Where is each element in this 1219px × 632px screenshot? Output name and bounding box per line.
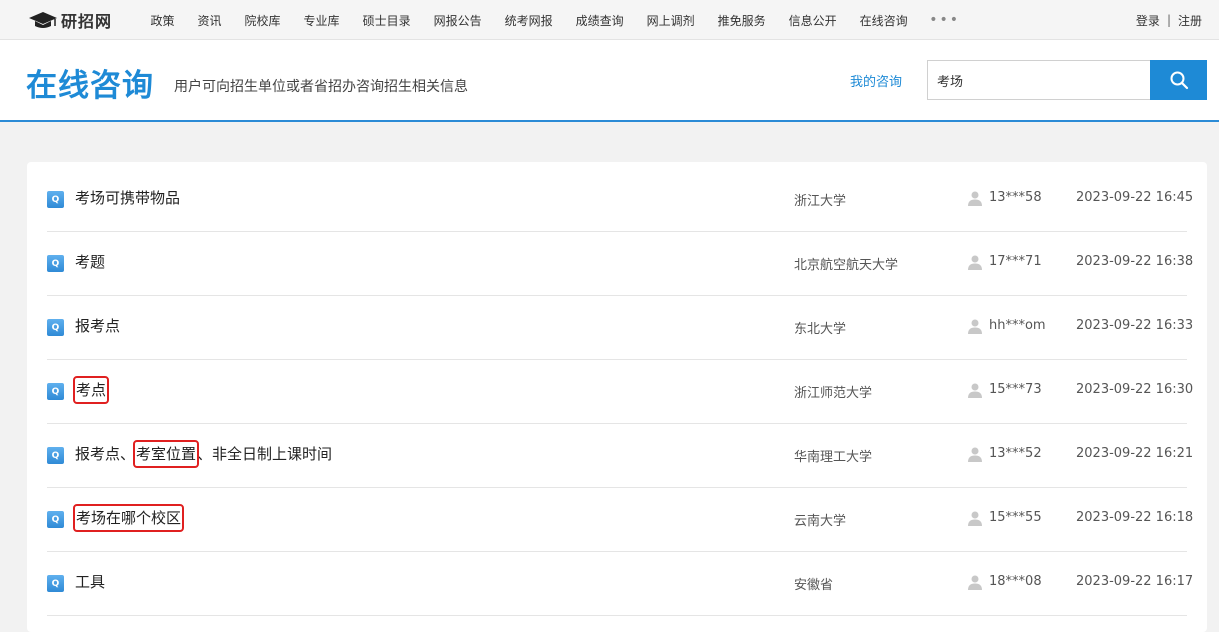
user-icon [968, 383, 982, 398]
question-school: 华南理工大学 [794, 450, 873, 465]
top-bar: 研招网 政策 资讯 院校库 专业库 硕士目录 网报公告 统考网报 成绩查询 网上… [0, 0, 1219, 40]
question-school: 安徽省 [794, 578, 834, 593]
nav-item-online-consult[interactable]: 在线咨询 [860, 12, 908, 29]
q-icon: Q [47, 511, 64, 528]
question-title-text: 工具 [75, 573, 106, 591]
nav-item-policy[interactable]: 政策 [151, 12, 175, 29]
nav-item-adjustment[interactable]: 网上调剂 [647, 12, 695, 29]
question-school: 浙江师范大学 [794, 386, 873, 401]
register-link[interactable]: 注册 [1178, 12, 1202, 29]
nav-item-score-query[interactable]: 成绩查询 [576, 12, 624, 29]
user-icon [968, 319, 982, 334]
question-user: 13***52 [989, 446, 1042, 461]
page-header: 在线咨询 用户可向招生单位或者省招办咨询招生相关信息 我的咨询 [0, 40, 1219, 122]
auth-links: 登录 | 注册 [1136, 0, 1202, 40]
question-school: 浙江大学 [794, 194, 847, 209]
question-list: Q 考场可携带物品 浙江大学 13***58 2023-09-22 16:45 … [27, 162, 1207, 632]
main-nav: 政策 资讯 院校库 专业库 硕士目录 网报公告 统考网报 成绩查询 网上调剂 推… [139, 0, 960, 40]
auth-separator: | [1166, 13, 1171, 27]
nav-item-majors[interactable]: 专业库 [304, 12, 340, 29]
q-icon: Q [47, 383, 64, 400]
question-user: hh***om [989, 318, 1046, 333]
question-title-text: 考题 [75, 253, 106, 271]
nav-item-news[interactable]: 资讯 [198, 12, 222, 29]
nav-item-schools[interactable]: 院校库 [245, 12, 281, 29]
search-button[interactable] [1150, 60, 1207, 100]
nav-item-recommendation[interactable]: 推免服务 [718, 12, 766, 29]
question-time: 2023-09-22 16:30 [1076, 382, 1194, 397]
question-row: Q 报考点、考室位置、非全日制上课时间 华南理工大学 13***52 2023-… [47, 424, 1193, 488]
q-icon: Q [47, 447, 64, 464]
question-title-link[interactable]: 考题 [75, 251, 105, 272]
nav-item-announcements[interactable]: 网报公告 [434, 12, 482, 29]
question-time: 2023-09-22 16:38 [1076, 254, 1194, 269]
site-logo-text: 研招网 [61, 12, 113, 31]
question-title-link[interactable]: 报考点、考室位置、非全日制上课时间 [75, 440, 333, 468]
question-time: 2023-09-22 16:17 [1076, 574, 1194, 589]
question-row: Q 考题 北京航空航天大学 17***71 2023-09-22 16:38 [47, 232, 1193, 296]
question-title-link[interactable]: 考场可携带物品 [75, 187, 180, 208]
question-row: Q 考场在哪个校区 云南大学 15***55 2023-09-22 16:18 [47, 488, 1193, 552]
question-user: 17***71 [989, 254, 1042, 269]
question-title-link[interactable]: 考场在哪个校区 [72, 504, 185, 532]
question-title-text: 考场可携带物品 [75, 189, 181, 207]
question-user: 13***58 [989, 190, 1042, 205]
question-row: Q 工具 安徽省 18***08 2023-09-22 16:17 [47, 552, 1193, 616]
question-time: 2023-09-22 16:45 [1076, 190, 1194, 205]
user-icon [968, 191, 982, 206]
user-icon [968, 575, 982, 590]
question-title-text: 报考点 [75, 317, 121, 335]
question-user: 15***55 [989, 510, 1042, 525]
nav-item-master-catalog[interactable]: 硕士目录 [363, 12, 411, 29]
question-user: 15***73 [989, 382, 1042, 397]
nav-item-disclosure[interactable]: 信息公开 [789, 12, 837, 29]
question-time: 2023-09-22 16:33 [1076, 318, 1194, 333]
search-icon [1170, 71, 1188, 90]
question-time: 2023-09-22 16:21 [1076, 446, 1194, 461]
nav-more-button[interactable]: ••• [929, 12, 960, 28]
question-row: Q 报考点 东北大学 hh***om 2023-09-22 16:33 [47, 296, 1193, 360]
question-school: 北京航空航天大学 [794, 258, 899, 273]
highlighted-keyword: 考室位置 [133, 440, 200, 468]
page-subtitle: 用户可向招生单位或者省招办咨询招生相关信息 [174, 79, 468, 95]
q-icon: Q [47, 319, 64, 336]
question-title-text: 、非全日制上课时间 [197, 445, 333, 463]
highlighted-keyword: 考点 [72, 376, 110, 404]
nav-item-exam-registration[interactable]: 统考网报 [505, 12, 553, 29]
user-icon [968, 511, 982, 526]
site-logo[interactable]: 研招网 [28, 8, 112, 32]
q-icon: Q [47, 575, 64, 592]
graduation-cap-icon [29, 12, 57, 28]
question-row: Q 考点 浙江师范大学 15***73 2023-09-22 16:30 [47, 360, 1193, 424]
question-title-link[interactable]: 报考点 [75, 315, 120, 336]
question-title-link[interactable]: 考点 [72, 376, 110, 404]
q-icon: Q [47, 255, 64, 272]
search-input[interactable] [927, 60, 1150, 100]
highlighted-keyword: 考场在哪个校区 [72, 504, 185, 532]
user-icon [968, 255, 982, 270]
user-icon [968, 447, 982, 462]
question-user: 18***08 [989, 574, 1042, 589]
question-school: 东北大学 [794, 322, 847, 337]
page-title: 在线咨询 [26, 68, 154, 104]
login-link[interactable]: 登录 [1136, 12, 1160, 29]
my-consultations-link[interactable]: 我的咨询 [850, 71, 902, 90]
question-school: 云南大学 [794, 514, 847, 529]
q-icon: Q [47, 191, 64, 208]
question-title-text: 报考点、 [75, 445, 136, 463]
question-title-link[interactable]: 工具 [75, 571, 105, 592]
question-time: 2023-09-22 16:18 [1076, 510, 1194, 525]
question-row: Q 考场可携带物品 浙江大学 13***58 2023-09-22 16:45 [47, 168, 1193, 232]
